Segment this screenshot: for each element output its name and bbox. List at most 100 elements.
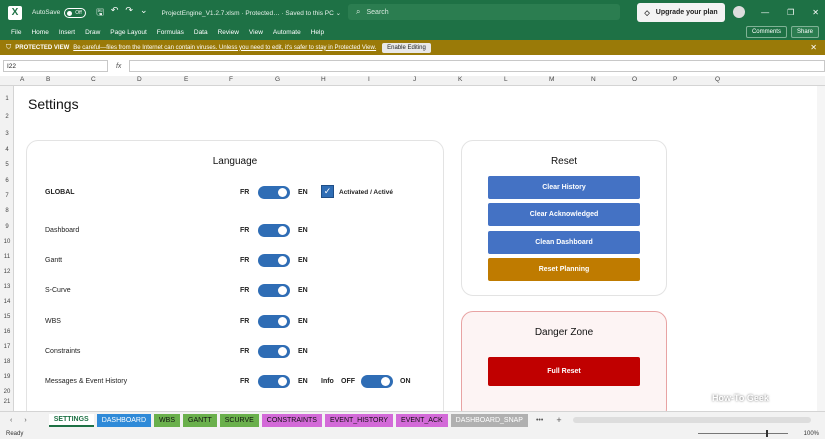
- column-header[interactable]: H: [321, 76, 326, 83]
- column-header[interactable]: K: [458, 76, 462, 83]
- menu-formulas[interactable]: Formulas: [157, 29, 184, 36]
- row-header[interactable]: 16: [0, 329, 14, 335]
- row-header[interactable]: 6: [0, 178, 14, 184]
- row-header[interactable]: 10: [0, 239, 14, 245]
- reset-planning-button[interactable]: Reset Planning: [488, 258, 640, 281]
- tab-dashboard[interactable]: DASHBOARD: [96, 413, 152, 427]
- tab-wbs[interactable]: WBS: [154, 413, 180, 427]
- column-header[interactable]: C: [91, 76, 96, 83]
- next-sheet-icon[interactable]: ›: [24, 417, 26, 424]
- column-header[interactable]: E: [184, 76, 188, 83]
- constraints-language-toggle[interactable]: [258, 345, 290, 358]
- close-icon[interactable]: ✕: [812, 8, 819, 17]
- tab-gantt[interactable]: GANTT: [183, 413, 217, 427]
- row-header[interactable]: 4: [0, 147, 14, 153]
- row-header[interactable]: 14: [0, 299, 14, 305]
- undo-icon[interactable]: ↶: [111, 5, 119, 21]
- column-header[interactable]: O: [632, 76, 637, 83]
- column-header[interactable]: Q: [715, 76, 720, 83]
- row-header[interactable]: 15: [0, 314, 14, 320]
- autosave-toggle[interactable]: Off: [64, 7, 87, 18]
- clear-history-button[interactable]: Clear History: [488, 176, 640, 199]
- zoom-slider[interactable]: [698, 433, 788, 434]
- add-sheet-icon[interactable]: +: [551, 414, 566, 427]
- column-header[interactable]: N: [591, 76, 596, 83]
- clean-dashboard-button[interactable]: Clean Dashboard: [488, 231, 640, 254]
- menu-automate[interactable]: Automate: [273, 29, 301, 36]
- column-header[interactable]: A: [20, 76, 24, 83]
- clear-acknowledged-button[interactable]: Clear Acknowledged: [488, 203, 640, 226]
- menu-page-layout[interactable]: Page Layout: [110, 29, 147, 36]
- activated-checkbox[interactable]: ✓: [321, 185, 334, 198]
- horizontal-scrollbar[interactable]: [573, 417, 811, 423]
- scurve-language-toggle[interactable]: [258, 284, 290, 297]
- more-sheets-icon[interactable]: •••: [531, 414, 548, 427]
- row-header[interactable]: 1: [0, 96, 14, 102]
- zoom-thumb[interactable]: [766, 430, 768, 437]
- menu-data[interactable]: Data: [194, 29, 208, 36]
- file-name[interactable]: ProjectEngine_V1.2.7.xlsm · Protected… ·…: [162, 9, 342, 17]
- info-toggle[interactable]: [361, 375, 393, 388]
- upgrade-button[interactable]: ◇ Upgrade your plan: [637, 3, 725, 22]
- save-icon[interactable]: 🖫: [96, 5, 104, 21]
- row-header[interactable]: 13: [0, 284, 14, 290]
- column-header[interactable]: D: [137, 76, 142, 83]
- row-header[interactable]: 21: [0, 399, 14, 405]
- row-header[interactable]: 3: [0, 131, 14, 137]
- row-header[interactable]: 20: [0, 389, 14, 395]
- column-header[interactable]: L: [504, 76, 508, 83]
- row-header[interactable]: 7: [0, 193, 14, 199]
- column-header[interactable]: B: [46, 76, 50, 83]
- messages-language-toggle[interactable]: [258, 375, 290, 388]
- protected-view-message[interactable]: Be careful—files from the Internet can c…: [73, 45, 376, 51]
- menu-file[interactable]: File: [11, 29, 21, 36]
- tab-event-history[interactable]: EVENT_HISTORY: [324, 413, 394, 427]
- column-header[interactable]: J: [413, 76, 416, 83]
- column-header[interactable]: P: [673, 76, 677, 83]
- formula-input[interactable]: [129, 60, 825, 72]
- prev-sheet-icon[interactable]: ‹: [10, 417, 12, 424]
- row-header[interactable]: 19: [0, 374, 14, 380]
- column-header[interactable]: M: [549, 76, 554, 83]
- row-header[interactable]: 17: [0, 344, 14, 350]
- tab-scurve[interactable]: SCURVE: [219, 413, 259, 427]
- enable-editing-button[interactable]: Enable Editing: [382, 42, 431, 53]
- row-header[interactable]: 11: [0, 254, 14, 260]
- search-box[interactable]: ⌕ Search: [348, 4, 620, 20]
- zoom-level[interactable]: 100%: [804, 431, 819, 437]
- close-icon[interactable]: ✕: [810, 43, 817, 52]
- tab-constraints[interactable]: CONSTRAINTS: [261, 413, 322, 427]
- fx-icon[interactable]: fx: [116, 63, 121, 70]
- avatar[interactable]: [733, 6, 745, 18]
- menu-review[interactable]: Review: [218, 29, 239, 36]
- menu-help[interactable]: Help: [311, 29, 324, 36]
- tab-settings[interactable]: SETTINGS: [48, 413, 94, 427]
- row-header[interactable]: 18: [0, 359, 14, 365]
- gantt-language-toggle[interactable]: [258, 254, 290, 267]
- column-header[interactable]: G: [275, 76, 280, 83]
- menu-insert[interactable]: Insert: [59, 29, 75, 36]
- vertical-scrollbar[interactable]: [817, 86, 825, 411]
- row-header[interactable]: 12: [0, 269, 14, 275]
- tab-dashboard-snap[interactable]: DASHBOARD_SNAP: [450, 413, 528, 427]
- menu-home[interactable]: Home: [31, 29, 48, 36]
- column-header[interactable]: F: [229, 76, 233, 83]
- share-button[interactable]: Share: [790, 26, 819, 38]
- customize-icon[interactable]: ⌄: [140, 5, 148, 21]
- column-header[interactable]: I: [368, 76, 370, 83]
- global-language-toggle[interactable]: [258, 186, 290, 199]
- wbs-language-toggle[interactable]: [258, 315, 290, 328]
- row-header[interactable]: 2: [0, 114, 14, 120]
- menu-draw[interactable]: Draw: [85, 29, 100, 36]
- tab-event-ack[interactable]: EVENT_ACK: [396, 413, 448, 427]
- row-header[interactable]: 8: [0, 208, 14, 214]
- name-box[interactable]: I22: [3, 60, 108, 72]
- full-reset-button[interactable]: Full Reset: [488, 357, 640, 386]
- minimize-icon[interactable]: —: [761, 8, 769, 17]
- comments-button[interactable]: Comments: [745, 26, 787, 38]
- menu-view[interactable]: View: [249, 29, 263, 36]
- row-header[interactable]: 9: [0, 224, 14, 230]
- row-header[interactable]: 5: [0, 162, 14, 168]
- dashboard-language-toggle[interactable]: [258, 224, 290, 237]
- restore-icon[interactable]: ❐: [787, 8, 794, 17]
